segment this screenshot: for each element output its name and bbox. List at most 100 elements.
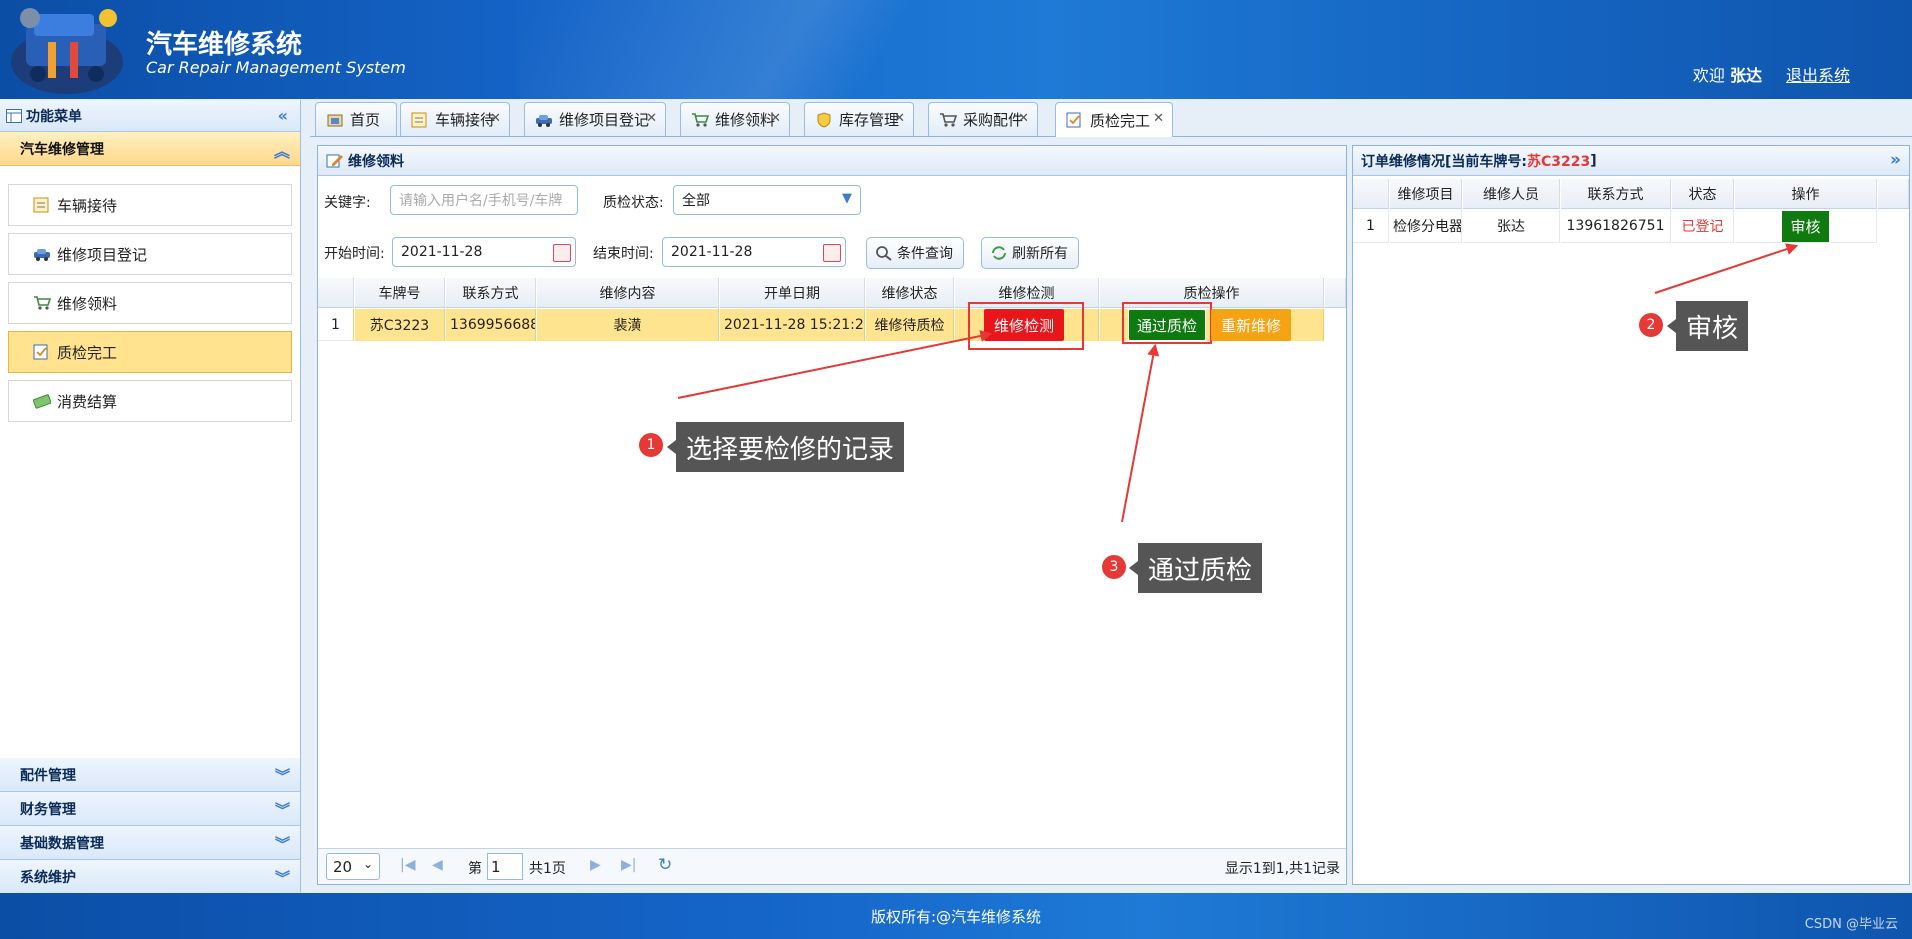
annotation-number-2: 2: [1639, 313, 1663, 337]
column-header[interactable]: 开单日期: [720, 278, 865, 308]
expand-panel-icon[interactable]: »: [1890, 150, 1901, 170]
column-header[interactable]: 维修人员: [1463, 179, 1560, 209]
sidebar-item-settlement[interactable]: 消费结算: [8, 380, 292, 422]
column-header[interactable]: 操作: [1735, 179, 1877, 209]
column-header[interactable]: 车牌号: [355, 278, 445, 308]
column-header[interactable]: 联系方式: [1561, 179, 1671, 209]
column-header[interactable]: 维修内容: [537, 278, 719, 308]
sidebar-item-label: 车辆接待: [57, 196, 118, 215]
copyright-text: 版权所有:@汽车维修系统: [870, 907, 1042, 926]
order-repair-panel: 订单维修情况[当前车牌号: 苏C3223] » 维修项目 维修人员 联系方式 状态…: [1352, 145, 1910, 885]
tab-quality-check[interactable]: 质检完工 ✕: [1055, 102, 1173, 137]
start-time-input[interactable]: 2021-11-28: [392, 237, 576, 267]
column-header[interactable]: 状态: [1672, 179, 1734, 209]
column-header[interactable]: 维修项目: [1390, 179, 1462, 209]
cell-item[interactable]: 检修分电器: [1390, 210, 1462, 243]
cell-phone[interactable]: 1369956688: [446, 309, 536, 341]
refresh-button-label: 刷新所有: [1012, 246, 1068, 262]
close-icon[interactable]: ✕: [1153, 111, 1164, 126]
section-system[interactable]: 系统维护 ︾: [0, 860, 300, 894]
annotation-callout-1: 选择要检修的记录: [666, 422, 905, 472]
redo-repair-button[interactable]: 重新维修: [1211, 309, 1291, 341]
status-select[interactable]: 全部 ▼: [673, 185, 861, 215]
search-icon: [876, 246, 892, 261]
header-sheen: [520, 0, 1120, 99]
audit-button[interactable]: 审核: [1782, 210, 1829, 242]
car-icon: [34, 249, 50, 261]
end-time-input[interactable]: 2021-11-28: [662, 237, 846, 267]
chevron-down-icon[interactable]: ︾: [275, 867, 290, 888]
sidebar-title: 功能菜单: [26, 108, 82, 125]
car-icon: [536, 114, 552, 127]
close-icon[interactable]: ✕: [894, 111, 905, 126]
calendar-icon[interactable]: [553, 244, 571, 262]
cell-plate[interactable]: 苏C3223: [355, 309, 445, 341]
cell-phone[interactable]: 13961826751: [1561, 210, 1671, 243]
chevron-down-icon[interactable]: ▼: [842, 191, 852, 206]
username: 张达: [1729, 66, 1762, 85]
chevron-down-icon[interactable]: ⌄: [363, 857, 373, 871]
status-select-value: 全部: [682, 193, 710, 209]
app-logo: [11, 8, 123, 94]
highlight-box: [968, 302, 1084, 350]
end-time-value: 2021-11-28: [671, 244, 753, 260]
section-parts[interactable]: 配件管理 ︾: [0, 758, 300, 792]
calendar-icon[interactable]: [823, 244, 841, 262]
refresh-all-button[interactable]: 刷新所有: [981, 237, 1079, 269]
cell-status[interactable]: 维修待质检: [866, 309, 954, 341]
right-panel-header: 订单维修情况[当前车牌号: 苏C3223] »: [1353, 146, 1909, 176]
welcome-text: 欢迎 张达: [1693, 62, 1762, 86]
check-doc-icon: [33, 344, 48, 360]
tab-materials[interactable]: 维修领料 ✕: [680, 102, 790, 136]
tab-purchase[interactable]: 采购配件 ✕: [928, 102, 1038, 136]
sidebar-item-materials[interactable]: 维修领料: [8, 282, 292, 324]
collapse-sidebar-icon[interactable]: «: [278, 106, 288, 125]
page-number-input[interactable]: 1: [487, 853, 523, 880]
tab-repair-registration[interactable]: 维修项目登记 ✕: [524, 102, 666, 136]
first-page-icon[interactable]: |◀: [400, 857, 415, 873]
sidebar-header: 功能菜单 «: [0, 100, 300, 132]
column-header[interactable]: 联系方式: [446, 278, 536, 308]
sidebar-item-vehicle-reception[interactable]: 车辆接待: [8, 184, 292, 226]
sidebar-item-quality-check[interactable]: 质检完工: [8, 331, 292, 373]
section-finance[interactable]: 财务管理 ︾: [0, 792, 300, 826]
reload-icon[interactable]: ↻: [658, 855, 672, 875]
cell-content[interactable]: 裴潢: [537, 309, 719, 341]
cart-icon: [34, 296, 51, 310]
tab-home[interactable]: 首页: [315, 102, 397, 136]
pagination-bar: 20 ⌄ |◀ ◀ 第 1 共1页 ▶ ▶| ↻ 显示1到1,共1记录: [318, 848, 1346, 884]
cell-status[interactable]: 已登记: [1672, 210, 1734, 243]
chevron-up-icon[interactable]: ︽: [274, 138, 290, 162]
sidebar-item-repair-registration[interactable]: 维修项目登记: [8, 233, 292, 275]
page-size-select[interactable]: 20 ⌄: [326, 853, 380, 880]
keyword-input[interactable]: 请输入用户名/手机号/车牌: [390, 185, 578, 215]
close-icon[interactable]: ✕: [646, 111, 657, 126]
last-page-icon[interactable]: ▶|: [621, 857, 636, 873]
app-subtitle: Car Repair Management System: [146, 58, 406, 77]
logout-link[interactable]: 退出系统: [1786, 62, 1850, 86]
cart-icon: [692, 112, 709, 127]
section-car-repair[interactable]: 汽车维修管理 ︽: [0, 132, 300, 166]
chevron-down-icon[interactable]: ︾: [275, 765, 290, 786]
tab-label: 维修项目登记: [559, 111, 650, 129]
next-page-icon[interactable]: ▶: [590, 857, 601, 873]
tab-vehicle-reception[interactable]: 车辆接待 ✕: [400, 102, 510, 136]
close-icon[interactable]: ✕: [490, 111, 501, 126]
close-icon[interactable]: ✕: [1018, 111, 1029, 126]
column-header[interactable]: 维修状态: [866, 278, 954, 308]
chevron-down-icon[interactable]: ︾: [275, 833, 290, 854]
cell-worker[interactable]: 张达: [1463, 210, 1560, 243]
scroll-header: [1878, 179, 1909, 209]
section-label: 财务管理: [20, 801, 76, 818]
section-basic-data[interactable]: 基础数据管理 ︾: [0, 826, 300, 860]
close-icon[interactable]: ✕: [770, 111, 781, 126]
tab-inventory[interactable]: 库存管理 ✕: [804, 102, 914, 136]
section-label: 汽车维修管理: [20, 141, 104, 158]
home-icon: [327, 114, 343, 126]
cell-date[interactable]: 2021-11-28 15:21:2: [720, 309, 865, 341]
chevron-down-icon[interactable]: ︾: [275, 799, 290, 820]
prev-page-icon[interactable]: ◀: [432, 857, 443, 873]
highlight-box: [1122, 302, 1212, 344]
query-button[interactable]: 条件查询: [866, 237, 964, 269]
check-doc-icon: [1066, 112, 1081, 128]
